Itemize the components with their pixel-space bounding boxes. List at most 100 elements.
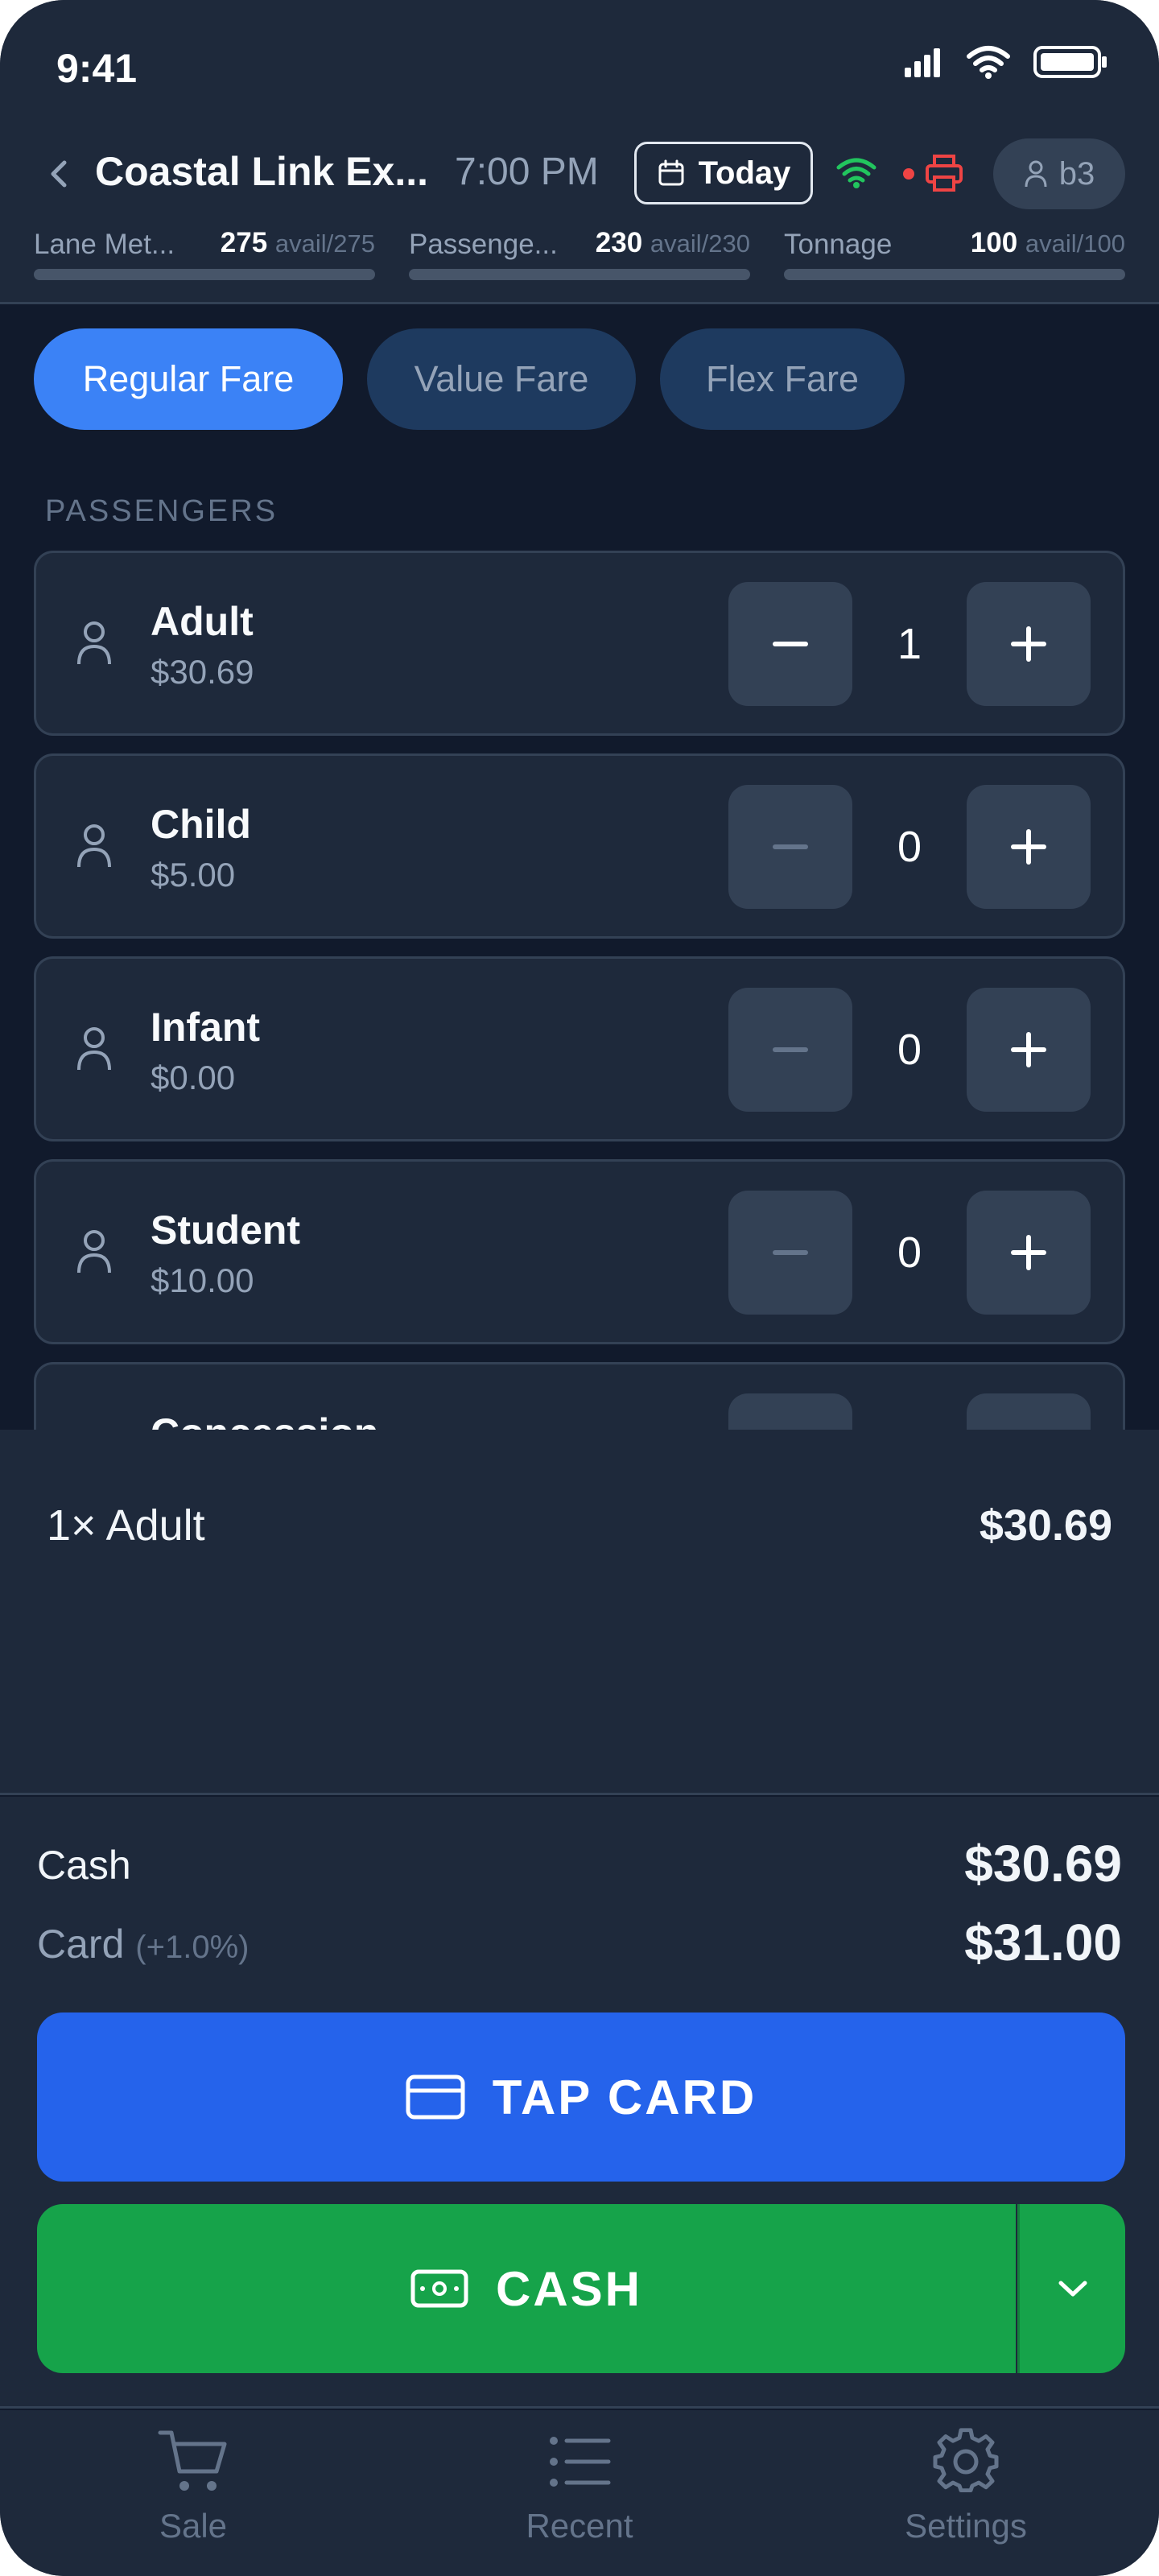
nav-recent[interactable]: Recent — [459, 2428, 700, 2565]
card-label-text: Card — [37, 1922, 125, 1967]
decrement-button[interactable] — [728, 988, 852, 1112]
nav-settings[interactable]: Settings — [845, 2428, 1087, 2565]
increment-button[interactable] — [967, 988, 1091, 1112]
increment-button[interactable] — [967, 1191, 1091, 1315]
back-chevron-icon[interactable] — [42, 150, 74, 198]
user-label: b3 — [1058, 155, 1095, 192]
cash-total-label: Cash — [37, 1843, 131, 1888]
plus-icon — [1011, 829, 1046, 865]
passengers-section-label: PASSENGERS — [45, 494, 278, 528]
passenger-type-name: Child — [151, 802, 251, 847]
credit-card-icon — [406, 2074, 465, 2120]
person-icon — [77, 824, 111, 868]
passenger-type-name: Concession — [151, 1410, 378, 1430]
cash-total-value: $30.69 — [964, 1835, 1122, 1893]
capacity-avail: avail/230 — [650, 229, 750, 258]
increment-button[interactable] — [967, 785, 1091, 909]
top-bar: 9:41 Coastal Link Ex... 7:00 PM Today b3… — [0, 0, 1159, 304]
status-time: 9:41 — [56, 46, 138, 91]
date-picker-button[interactable]: Today — [634, 142, 813, 204]
passenger-row-student: Student $10.00 0 — [34, 1159, 1125, 1344]
decrement-button[interactable] — [728, 1393, 852, 1430]
cellular-signal-icon — [905, 48, 940, 77]
capacity-avail: avail/275 — [274, 229, 375, 258]
decrement-button[interactable] — [728, 785, 852, 909]
trip-header: Coastal Link Ex... 7:00 PM Today b3 — [0, 135, 1159, 216]
passenger-count: 0 — [897, 1228, 922, 1277]
passenger-list[interactable]: Adult $30.69 1 Child $5.00 0 Infant $0.0… — [34, 551, 1125, 1430]
cash-options-dropdown[interactable] — [1017, 2204, 1125, 2373]
capacity-passengers: Passenge... 230 avail/230 — [409, 227, 750, 283]
capacity-lane-meters: Lane Met... 275 avail/275 — [34, 227, 375, 283]
person-icon — [77, 621, 111, 665]
plus-icon — [1011, 626, 1046, 662]
minus-icon — [773, 844, 808, 849]
tab-value-fare[interactable]: Value Fare — [367, 328, 636, 430]
fare-type-tabs: Regular Fare Value Fare Flex Fare — [34, 328, 905, 430]
capacity-number: 275 — [220, 227, 268, 258]
nav-label: Settings — [905, 2507, 1027, 2545]
date-button-label: Today — [698, 155, 791, 191]
nav-label: Sale — [159, 2507, 228, 2545]
capacity-label: Lane Met... — [34, 229, 175, 260]
list-icon — [550, 2437, 611, 2487]
battery-icon — [1033, 46, 1107, 78]
capacity-number: 100 — [970, 227, 1018, 258]
passenger-type-price: $0.00 — [151, 1059, 236, 1096]
printer-icon[interactable] — [924, 153, 964, 193]
increment-button[interactable] — [967, 582, 1091, 706]
gear-icon — [933, 2428, 999, 2493]
capacity-bar: Lane Met... 275 avail/275 Passenge... 23… — [0, 227, 1159, 291]
tab-regular-fare[interactable]: Regular Fare — [34, 328, 343, 430]
minus-icon — [773, 642, 808, 646]
order-line-amount: $30.69 — [979, 1501, 1112, 1550]
capacity-value: 275 avail/275 — [221, 227, 375, 259]
tap-card-button[interactable]: TAP CARD — [37, 2013, 1125, 2182]
tap-card-label: TAP CARD — [492, 2070, 757, 2124]
user-icon — [1025, 160, 1047, 188]
passenger-count: 1 — [897, 620, 922, 668]
chevron-down-icon — [1058, 2281, 1087, 2297]
pos-screen: 9:41 Coastal Link Ex... 7:00 PM Today b3… — [0, 0, 1159, 2576]
increment-button[interactable] — [967, 1393, 1091, 1430]
passenger-type-name: Adult — [151, 599, 254, 644]
shopping-cart-icon — [158, 2430, 227, 2491]
person-icon — [77, 1230, 111, 1274]
banknote-icon — [410, 2269, 468, 2308]
calendar-icon — [658, 159, 684, 186]
order-summary: 1× Adult $30.69 — [0, 1430, 1159, 1795]
passenger-type-name: Infant — [151, 1005, 261, 1050]
passenger-count: 0 — [897, 1026, 922, 1074]
passenger-row-infant: Infant $0.00 0 — [34, 956, 1125, 1141]
card-total-label: Card (+1.0%) — [37, 1921, 249, 1967]
capacity-label: Passenge... — [409, 229, 558, 260]
capacity-progress — [784, 269, 1125, 280]
cash-label: CASH — [495, 2261, 642, 2316]
status-icons — [905, 45, 1109, 79]
passenger-type-price: $30.69 — [151, 653, 254, 691]
departure-time: 7:00 PM — [455, 151, 599, 193]
minus-icon — [773, 1250, 808, 1255]
capacity-progress — [34, 269, 375, 280]
cash-button[interactable]: CASH — [37, 2204, 1016, 2373]
decrement-button[interactable] — [728, 1191, 852, 1315]
capacity-progress — [409, 269, 750, 280]
passenger-type-name: Student — [151, 1208, 301, 1253]
user-badge[interactable]: b3 — [993, 138, 1125, 209]
bottom-navigation: Sale Recent Settings — [0, 2410, 1159, 2576]
capacity-number: 230 — [595, 227, 643, 258]
capacity-value: 230 avail/230 — [596, 227, 750, 259]
passenger-row-adult: Adult $30.69 1 — [34, 551, 1125, 736]
order-line-name: 1× Adult — [47, 1501, 205, 1550]
nav-sale[interactable]: Sale — [72, 2428, 314, 2565]
tab-flex-fare[interactable]: Flex Fare — [660, 328, 905, 430]
passenger-count: 0 — [897, 823, 922, 871]
decrement-button[interactable] — [728, 582, 852, 706]
capacity-avail: avail/100 — [1025, 229, 1125, 258]
trip-title: Coastal Link Ex... — [95, 149, 429, 194]
minus-icon — [773, 1047, 808, 1052]
person-icon — [77, 1027, 111, 1071]
card-total-value: $31.00 — [964, 1913, 1122, 1971]
printer-status-dot — [903, 168, 914, 180]
passenger-row-concession: Concession — [34, 1362, 1125, 1430]
